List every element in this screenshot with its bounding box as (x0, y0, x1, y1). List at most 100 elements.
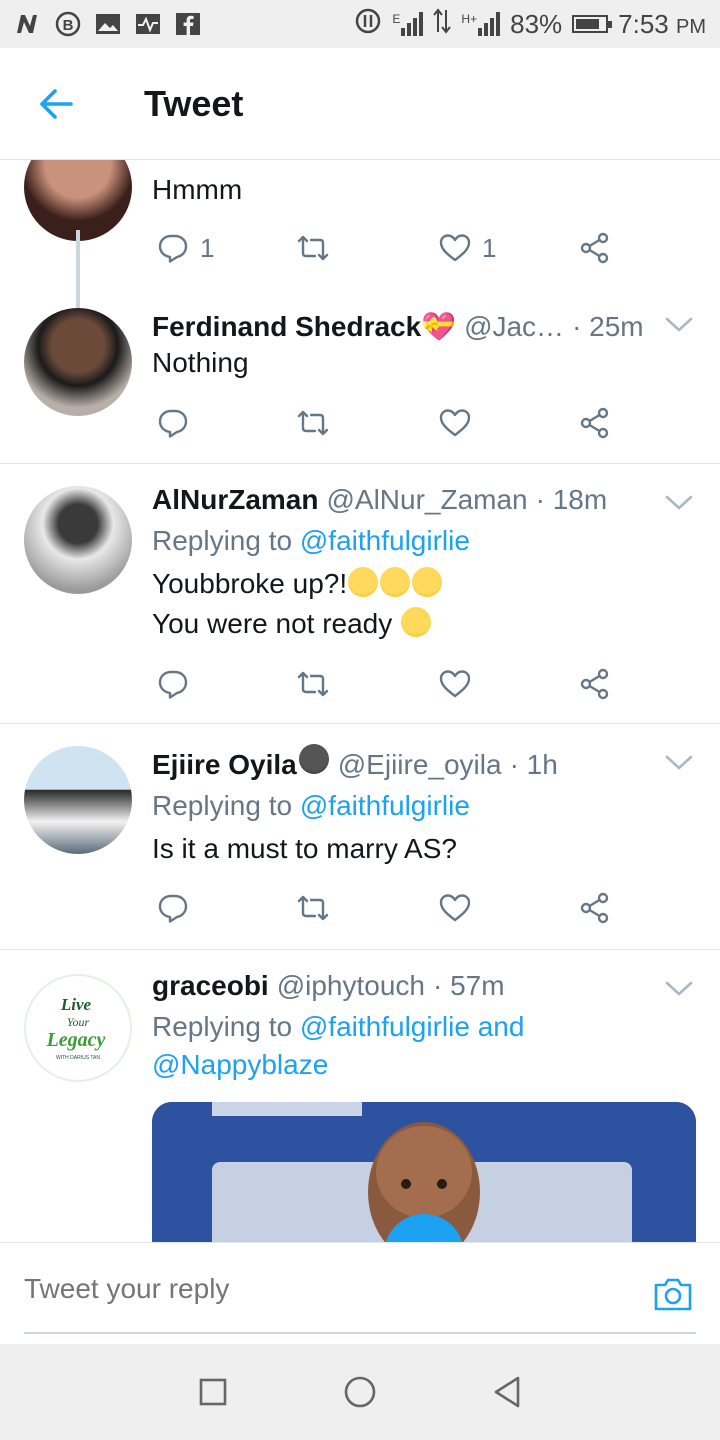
retweet-icon (297, 235, 329, 261)
tweet-item[interactable]: Ejiire Oyila @Ejiire_oyila · 1h Replying… (0, 724, 720, 950)
tweet-meta: graceobi @iphytouch · 57m (152, 970, 696, 1002)
replying-to: Replying to @faithfulgirlie (152, 787, 696, 825)
retweet-icon (297, 671, 329, 697)
network-type-e: E (392, 12, 401, 26)
author-name[interactable]: AlNurZaman (152, 484, 318, 516)
chevron-down-icon[interactable] (664, 754, 694, 772)
tweet-time: · 18m (535, 484, 608, 515)
reply-button[interactable] (156, 403, 190, 443)
author-handle[interactable]: @Jac… (464, 311, 564, 343)
share-icon (580, 407, 609, 439)
reply-icon (158, 894, 188, 923)
retweet-button[interactable] (296, 228, 330, 268)
share-button[interactable] (578, 228, 612, 268)
activity-icon (134, 11, 162, 37)
notification-icons: B (14, 11, 202, 37)
author-handle[interactable]: @Ejiire_oyila (338, 749, 502, 781)
tweet-item[interactable]: Ferdinand Shedrack💝 @Jac… · 25m Nothing (0, 286, 720, 464)
tweet-media[interactable] (152, 1102, 696, 1242)
avatar[interactable]: Live Your Legacy WITH DARIUS TAN (24, 974, 132, 1082)
network-type-h: H+ (461, 12, 478, 26)
reply-button[interactable] (156, 888, 190, 928)
facebook-icon (174, 11, 202, 37)
share-button[interactable] (578, 888, 612, 928)
reply-icon (158, 670, 188, 699)
tweet-text-line: Youbbroke up?! (152, 568, 348, 599)
camera-icon[interactable] (652, 1275, 694, 1313)
input-underline (24, 1332, 696, 1334)
tears-of-joy-emoji (380, 567, 411, 597)
triangle-back-icon (494, 1376, 519, 1408)
like-button[interactable] (438, 664, 472, 704)
like-button[interactable] (438, 888, 472, 928)
avatar[interactable] (24, 160, 132, 241)
rolling-laughing-emoji (401, 607, 432, 637)
tweet-text-line: You were not ready (152, 608, 401, 639)
tweet-item[interactable]: AlNurZaman @AlNur_Zaman · 18m Replying t… (0, 464, 720, 724)
heart-icon (439, 894, 471, 922)
replying-prefix: Replying to (152, 790, 300, 821)
circle-icon (344, 1376, 376, 1408)
share-button[interactable] (578, 403, 612, 443)
avatar[interactable] (24, 486, 132, 594)
retweet-button[interactable] (296, 888, 330, 928)
home-button[interactable] (340, 1372, 380, 1412)
author-handle[interactable]: @iphytouch (277, 970, 425, 1002)
page-title: Tweet (144, 82, 244, 124)
signal-h-icon: H+ (461, 12, 501, 36)
author-name[interactable]: Ferdinand Shedrack💝 (152, 310, 456, 343)
avatar[interactable] (24, 308, 132, 416)
tweet-text: Nothing (152, 347, 249, 378)
system-status: E H+ 83% 7:53 PM (354, 7, 706, 42)
square-icon (200, 1378, 227, 1406)
chevron-down-icon[interactable] (664, 494, 694, 512)
clock-ampm: PM (676, 15, 706, 38)
nav-back-button[interactable] (487, 1372, 527, 1412)
heart-icon (439, 234, 471, 262)
retweet-button[interactable] (296, 403, 330, 443)
tweet-text: Hmmm (152, 174, 243, 205)
like-button[interactable] (438, 403, 472, 443)
share-icon (580, 892, 609, 924)
like-button[interactable]: 1 (438, 228, 496, 268)
avatar[interactable] (24, 746, 132, 854)
heart-icon (439, 409, 471, 437)
reply-input[interactable] (24, 1273, 584, 1305)
tears-of-joy-emoji (412, 567, 443, 597)
share-icon (580, 232, 609, 264)
image-icon (94, 11, 122, 37)
like-count: 1 (482, 232, 497, 263)
recents-button[interactable] (193, 1372, 233, 1412)
b-circle-icon: B (54, 11, 82, 37)
reply-button[interactable]: 1 (156, 228, 214, 268)
reply-feed[interactable]: Hmmm 1 1 Ferdinand Shedrack💝 @Jac… · 25m… (0, 160, 720, 1242)
author-name[interactable]: Ejiire Oyila (152, 749, 297, 781)
chevron-down-icon[interactable] (664, 316, 694, 334)
retweet-icon (297, 410, 329, 436)
author-name[interactable]: graceobi (152, 970, 269, 1002)
logo-line: Live (60, 995, 92, 1014)
retweet-button[interactable] (296, 664, 330, 704)
n-icon (14, 11, 42, 37)
back-button[interactable] (28, 76, 84, 132)
mention-link[interactable]: @faithfulgirlie and (300, 1011, 525, 1042)
mention-link[interactable]: @faithfulgirlie (300, 525, 470, 556)
system-nav-bar (0, 1344, 720, 1440)
mention-link[interactable]: @Nappyblaze (152, 1049, 328, 1080)
clock-time: 7:53 (618, 8, 669, 39)
replying-prefix: Replying to (152, 1011, 300, 1042)
data-transfer-icon (433, 7, 452, 41)
arrow-left-icon (40, 88, 73, 119)
replying-to: Replying to @faithfulgirlie (152, 522, 696, 560)
share-button[interactable] (578, 664, 612, 704)
video-thumbnail (152, 1102, 696, 1242)
heart-icon (439, 670, 471, 698)
chevron-down-icon[interactable] (664, 980, 694, 998)
reply-button[interactable] (156, 664, 190, 704)
mention-link[interactable]: @faithfulgirlie (300, 790, 470, 821)
tweet-text: Youbbroke up?! You were not ready (152, 564, 696, 644)
tweet-time: · 25m (572, 311, 644, 342)
replying-to: Replying to @faithfulgirlie and @Nappybl… (152, 1008, 696, 1084)
tweet-meta: Ejiire Oyila @Ejiire_oyila · 1h (152, 744, 696, 781)
author-handle[interactable]: @AlNur_Zaman (326, 484, 527, 516)
